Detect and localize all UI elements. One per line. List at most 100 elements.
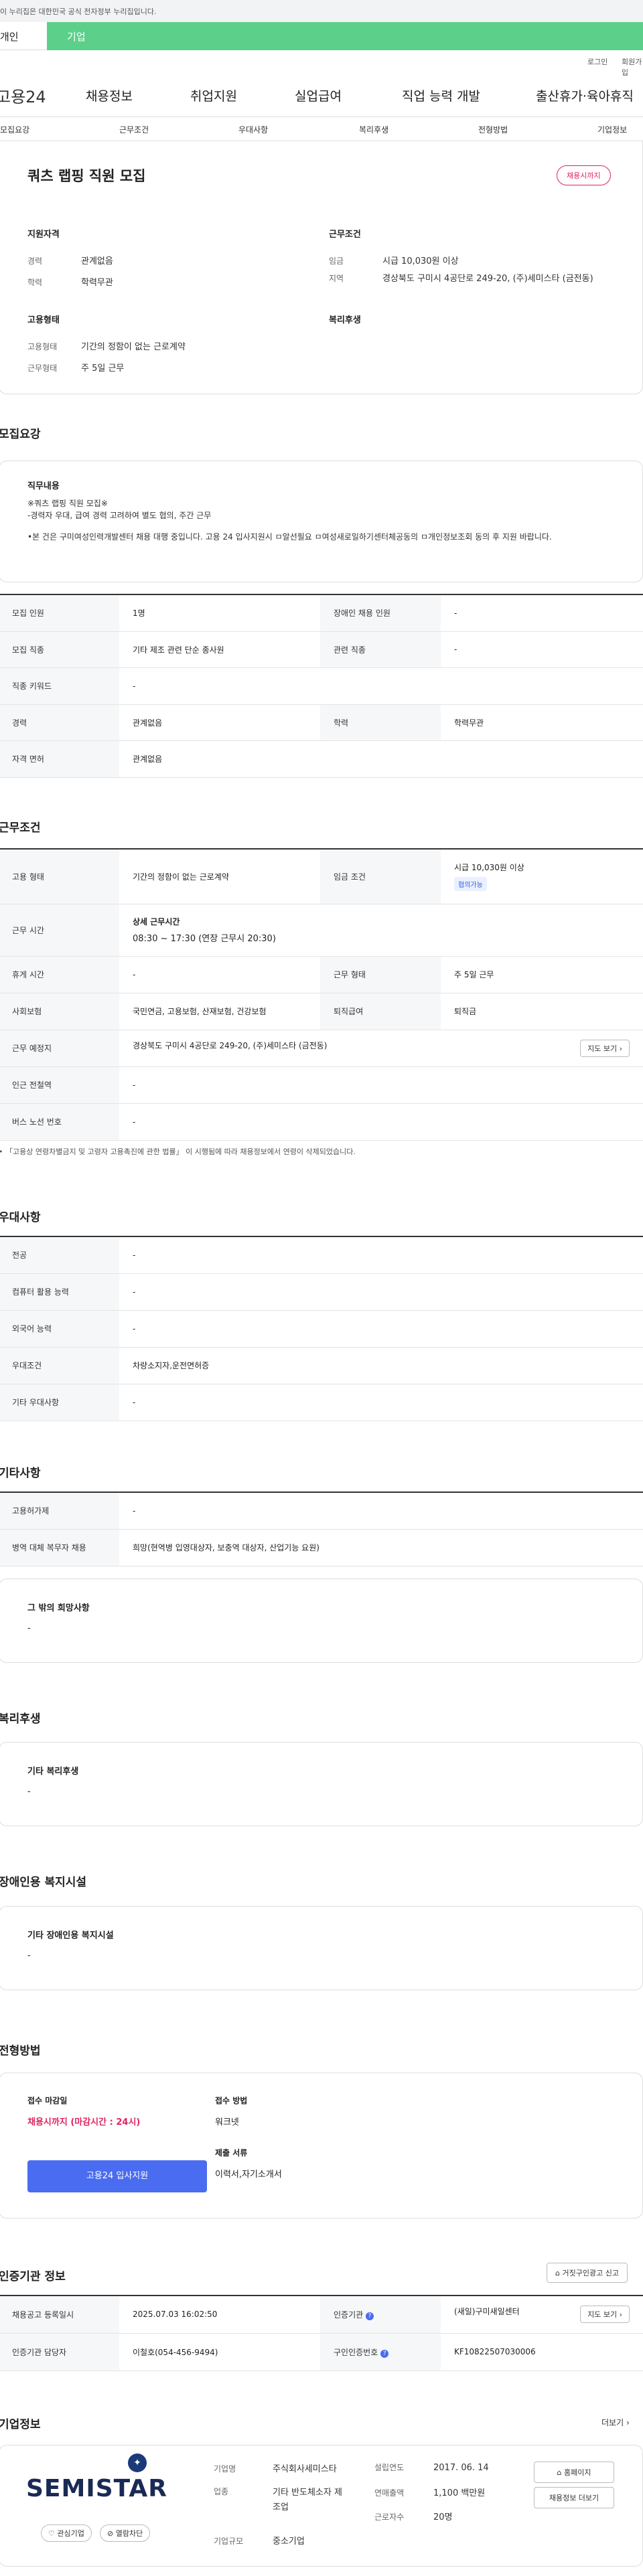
agency-table: 채용공고 등록일시 2025.07.03 16:02:50 인증기관 ? (새일)구미…: [0, 2295, 643, 2371]
cert-cell: (새일)구미새일센터 지도 보기 ›: [441, 2296, 643, 2334]
cell-label: 근무 예정지: [0, 1030, 119, 1067]
worktime-cell: 상세 근무시간 08:30 ~ 17:30 (연장 근무시 20:30): [119, 904, 643, 957]
cell-value: 차량소지자,운전면허증: [119, 1347, 643, 1384]
table-row: 고용허가제 -: [0, 1492, 643, 1530]
chevron-right-icon: ›: [619, 2310, 622, 2320]
cell-label: 사회보험: [0, 993, 119, 1030]
career-row: 경력 관계없음: [27, 254, 113, 266]
homepage-button[interactable]: ⌂ 홈페이지: [534, 2462, 614, 2483]
employment-heading: 고용형태: [27, 315, 60, 325]
gnb-item-employment-support[interactable]: 취업지원: [190, 86, 237, 104]
cell-value: -: [119, 1273, 643, 1311]
employees-row: 근로자수 20명: [374, 2510, 453, 2522]
etc-table: 고용허가제 - 병역 대체 복무자 채용 희망(현역병 입영대상자, 보충역 대상자…: [0, 1492, 643, 1566]
cell-label: 휴게 시간: [0, 956, 119, 993]
notice-icon: ⌂: [555, 2269, 560, 2277]
hope-heading: 그 밖의 희망사항: [27, 1603, 90, 1613]
table-row: 우대조건 차량소지자,운전면허증: [0, 1347, 643, 1384]
table-row: 채용공고 등록일시 2025.07.03 16:02:50 인증기관 ? (새일)구미…: [0, 2296, 643, 2334]
site-logo[interactable]: 고용24: [0, 84, 46, 107]
worktime-heading: 상세 근무시간: [133, 917, 180, 927]
cell-label: 컴퓨터 활용 능력: [0, 1273, 119, 1311]
agency-section-title: 인증기관 정보: [0, 2270, 66, 2283]
agency-map-label: 지도 보기: [587, 2310, 618, 2320]
est-row: 설립연도 2017. 06. 14: [374, 2462, 489, 2473]
gnb-item-jobs[interactable]: 채용정보: [86, 86, 133, 104]
company-name-value: 주식회사세미스타: [273, 2464, 337, 2474]
anchor-process[interactable]: 전형방법: [478, 124, 508, 135]
apply-button[interactable]: 고용24 입사지원: [27, 2160, 207, 2192]
table-row: 고용 형태 기간의 정함이 없는 근로계약 임금 조건 시급 10,030원 이상 협의…: [0, 849, 643, 904]
cell-value: 이철호(054-456-9494): [119, 2333, 320, 2371]
cell-value: 희망(현역병 입영대상자, 보충역 대상자, 산업기능 요원): [119, 1529, 643, 1566]
job-desc-line: -경력자 우대, 급여 경력 고려하여 별도 협의, 주간 근무: [27, 511, 212, 520]
qualification-heading: 지원자격: [27, 230, 60, 240]
gnb-item-parental-leave[interactable]: 출산휴가·육아휴직: [536, 86, 634, 104]
est-label: 설립연도: [374, 2463, 405, 2472]
company-size-value: 중소기업: [273, 2537, 305, 2547]
emp-type-row: 고용형태 기간의 정함이 없는 근로계약: [27, 339, 186, 352]
disability-card-value: -: [27, 1951, 31, 1961]
login-link[interactable]: 로그인: [587, 56, 608, 67]
block-view-button[interactable]: ⊘ 열람차단: [100, 2524, 151, 2542]
hope-value: -: [27, 1623, 31, 1633]
hope-card: 그 밖의 희망사항 -: [0, 1579, 643, 1663]
sales-value: 1,100 백만원: [433, 2488, 486, 2498]
anchor-recruit[interactable]: 모집요강: [0, 124, 29, 135]
anchor-workcond[interactable]: 근무조건: [119, 124, 149, 135]
wage-value: 시급 10,030원 이상: [382, 256, 459, 266]
table-row: 전공 -: [0, 1236, 643, 1274]
deadline-badge: 채용시까지: [557, 165, 611, 185]
cell-value: 2025.07.03 16:02:50: [119, 2296, 320, 2334]
cell-value: -: [119, 1492, 643, 1530]
welfare-heading: 복리후생: [329, 315, 361, 325]
career-label: 경력: [27, 256, 43, 266]
table-row: 인근 전철역 -: [0, 1066, 643, 1104]
cell-label: 관련 직종: [320, 631, 441, 668]
company-jobs-button[interactable]: 채용정보 더보기: [534, 2487, 614, 2508]
info-icon[interactable]: ?: [380, 2349, 389, 2358]
report-fake-ad-button[interactable]: ⌂ 거짓구인광고 신고: [547, 2263, 628, 2283]
process-card: 접수 마감일 채용시까지 (마감시간 : 24시) 고용24 입사지원 접수 방…: [0, 2073, 643, 2219]
cell-label: 근무 형태: [320, 956, 441, 993]
map-button[interactable]: 지도 보기 ›: [580, 1039, 630, 1057]
tab-personal[interactable]: 개인: [0, 22, 47, 50]
industry-row: 업종 기타 반도체소자 제조업: [214, 2486, 361, 2515]
tab-company[interactable]: 기업: [47, 22, 643, 50]
job-description-card: 직무내용 ※쿼츠 랩핑 직원 모집※ -경력자 우대, 급여 경력 고려하여 별…: [0, 461, 643, 582]
info-icon[interactable]: ?: [366, 2312, 374, 2320]
utility-bar: 로그인 회원가입: [0, 50, 643, 77]
table-row: 버스 노선 번호 -: [0, 1103, 643, 1141]
area-value: 경상북도 구미시 4공단로 249-20, (주)세미스타 (금전동): [382, 274, 593, 284]
company-size-row: 기업규모 중소기업: [214, 2534, 305, 2547]
cert-label-cell: 인증기관 ?: [320, 2296, 441, 2334]
cell-value: 퇴직금: [441, 993, 643, 1030]
process-section-title: 전형방법: [0, 2044, 41, 2058]
cell-label: 장애인 채용 인원: [320, 594, 441, 632]
wage-label: 임금: [329, 256, 344, 266]
location-cell: 경상북도 구미시 4공단로 249-20, (주)세미스타 (금전동) 지도 보기…: [119, 1030, 643, 1067]
anchor-company[interactable]: 기업정보: [597, 124, 627, 135]
due-heading: 접수 마감일: [27, 2096, 68, 2105]
anchor-welfare[interactable]: 복리후생: [359, 124, 388, 135]
cell-value: -: [119, 1310, 643, 1348]
gnb-item-vocational-training[interactable]: 직업 능력 개발: [402, 86, 480, 104]
cell-label: 병역 대체 복무자 채용: [0, 1529, 119, 1566]
cell-label: 고용 형태: [0, 849, 119, 904]
chevron-right-icon: ›: [619, 1044, 622, 1053]
career-value: 관계없음: [81, 256, 113, 266]
cell-value: -: [441, 594, 643, 632]
favorite-company-button[interactable]: ♡ 관심기업: [41, 2524, 92, 2542]
anchor-preference[interactable]: 우대사항: [238, 124, 268, 135]
cell-value: 1명: [119, 594, 320, 632]
est-value: 2017. 06. 14: [433, 2463, 489, 2473]
gnb-item-unemployment-benefit[interactable]: 실업급여: [295, 86, 342, 104]
agency-map-button[interactable]: 지도 보기 ›: [580, 2306, 630, 2324]
cell-label: 전공: [0, 1236, 119, 1274]
cell-value: -: [119, 667, 643, 705]
work-type-value: 주 5일 근무: [81, 364, 125, 374]
company-more-link[interactable]: 더보기 ›: [601, 2417, 630, 2428]
docs-value: 이력서,자기소개서: [215, 2170, 282, 2180]
industry-value: 기타 반도체소자 제조업: [273, 2488, 342, 2512]
table-row: 사회보험 국민연금, 고용보험, 산재보험, 건강보험 퇴직급여 퇴직금: [0, 993, 643, 1030]
